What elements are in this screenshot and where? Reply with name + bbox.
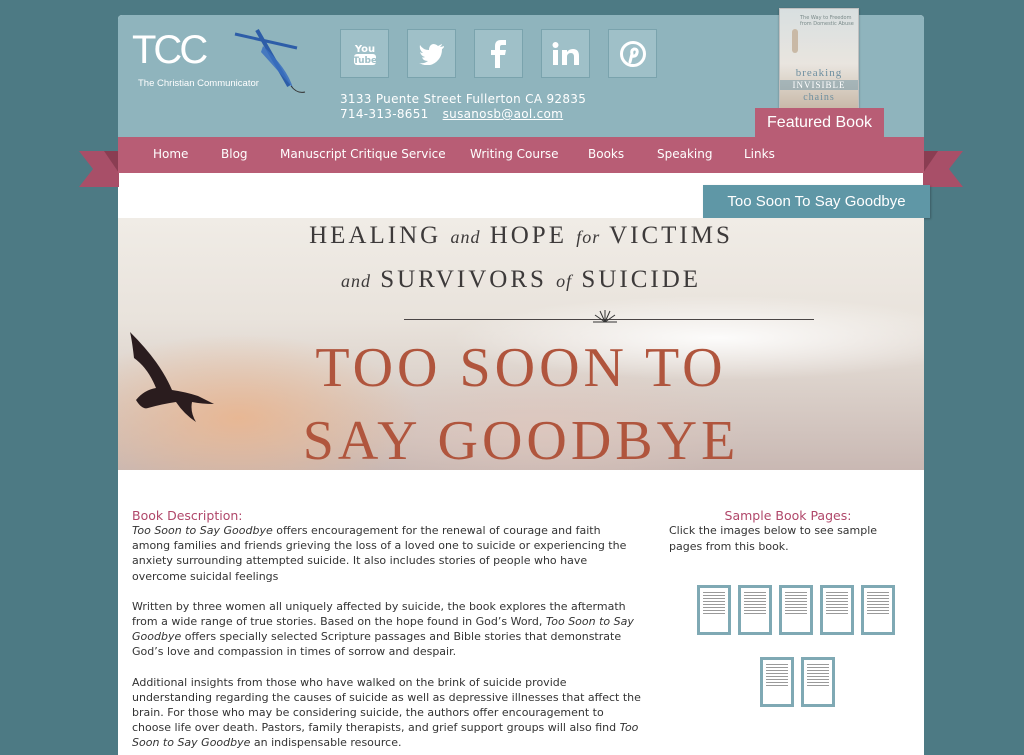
svg-text:Tube: Tube [352, 56, 376, 66]
banner-word: SURVIVORS [380, 266, 547, 293]
pinterest-button[interactable] [608, 29, 657, 78]
pinterest-icon [619, 40, 646, 67]
linkedin-icon [552, 41, 579, 65]
sample-page-thumb-2[interactable] [738, 585, 772, 635]
banner-word: and [340, 271, 371, 291]
description-paragraph-1: Too Soon to Say Goodbye offers encourage… [132, 523, 642, 584]
sample-page-thumb-7[interactable] [801, 657, 835, 707]
youtube-button[interactable]: You Tube [340, 29, 389, 78]
book-description: Book Description: Too Soon to Say Goodby… [132, 508, 642, 755]
banner-word: VICTIMS [609, 222, 733, 249]
facebook-button[interactable] [474, 29, 523, 78]
contact-info: 3133 Puente Street Fullerton CA 92835 71… [340, 92, 586, 122]
banner-word: and [450, 227, 481, 247]
description-paragraph-3: Additional insights from those who have … [132, 675, 642, 751]
twitter-button[interactable] [407, 29, 456, 78]
featured-book-subtitle: The Way to Freedom from Domestic Abuse [800, 15, 854, 27]
facebook-icon [490, 39, 506, 68]
banner-subtitle-line2: and SURVIVORS of SUICIDE [118, 266, 924, 294]
nav-blog[interactable]: Blog [221, 137, 248, 173]
twitter-icon [418, 43, 444, 65]
logo-text: TCC [132, 28, 208, 72]
bird-icon [130, 332, 214, 422]
sample-pages-text: Click the images below to see sample pag… [669, 524, 878, 553]
logo-tagline: The Christian Communicator [138, 78, 259, 89]
banner-word: HEALING [309, 222, 442, 249]
featured-book-line2: INVISIBLE [780, 80, 858, 90]
cover-figure [792, 29, 798, 53]
linkedin-button[interactable] [541, 29, 590, 78]
sample-pages-heading: Sample Book Pages: [724, 508, 852, 523]
nav-books[interactable]: Books [588, 137, 624, 173]
nav-speaking[interactable]: Speaking [657, 137, 712, 173]
address-text: 3133 Puente Street Fullerton CA 92835 [340, 92, 587, 106]
book-banner: HEALING and HOPE for VICTIMS and SURVIVO… [118, 218, 924, 470]
sample-pages-section: Sample Book Pages: Click the images belo… [666, 508, 910, 554]
nav-home[interactable]: Home [153, 137, 188, 173]
description-text: offers specially selected Scripture pass… [132, 630, 622, 659]
book-title-italic: Too Soon to Say Goodbye [132, 524, 273, 537]
email-link[interactable]: susanosb@aol.com [443, 107, 564, 121]
sunburst-icon [593, 310, 617, 323]
description-text: Additional insights from those who have … [132, 675, 641, 735]
phone-text: 714-313-8651 [340, 107, 429, 121]
banner-subtitle-line1: HEALING and HOPE for VICTIMS [118, 222, 924, 250]
description-paragraph-2: Written by three women all uniquely affe… [132, 599, 642, 660]
ribbon-left-tail [79, 151, 119, 187]
ribbon-right-tail [923, 151, 963, 187]
banner-word: SUICIDE [581, 266, 702, 293]
sample-page-thumb-4[interactable] [820, 585, 854, 635]
nav-links[interactable]: Links [744, 137, 775, 173]
featured-book-line3: chains [803, 92, 835, 103]
banner-word: HOPE [489, 222, 567, 249]
page-title-tag: Too Soon To Say Goodbye [703, 185, 930, 218]
description-text: an indispensable resource. [250, 736, 402, 750]
nav-manuscript-critique[interactable]: Manuscript Critique Service [280, 137, 446, 173]
banner-title-line1: TOO SOON TO [315, 337, 727, 399]
sample-page-thumb-5[interactable] [861, 585, 895, 635]
svg-text:You: You [353, 44, 374, 55]
featured-book-label[interactable]: Featured Book [755, 108, 884, 138]
banner-word: of [556, 271, 573, 291]
description-heading: Book Description: [132, 508, 243, 523]
sample-page-thumb-3[interactable] [779, 585, 813, 635]
youtube-icon: You Tube [352, 44, 376, 66]
main-nav: Home Blog Manuscript Critique Service Wr… [118, 137, 924, 173]
featured-book-cover[interactable]: The Way to Freedom from Domestic Abuse b… [779, 8, 859, 110]
site-logo[interactable]: TCC The Christian Communicator [132, 28, 312, 98]
featured-book-line1: breaking [795, 67, 843, 79]
banner-word: for [576, 227, 601, 247]
banner-title-line2: SAY GOODBYE [302, 410, 740, 470]
sample-page-thumb-1[interactable] [697, 585, 731, 635]
sample-page-thumb-6[interactable] [760, 657, 794, 707]
nav-writing-course[interactable]: Writing Course [470, 137, 559, 173]
